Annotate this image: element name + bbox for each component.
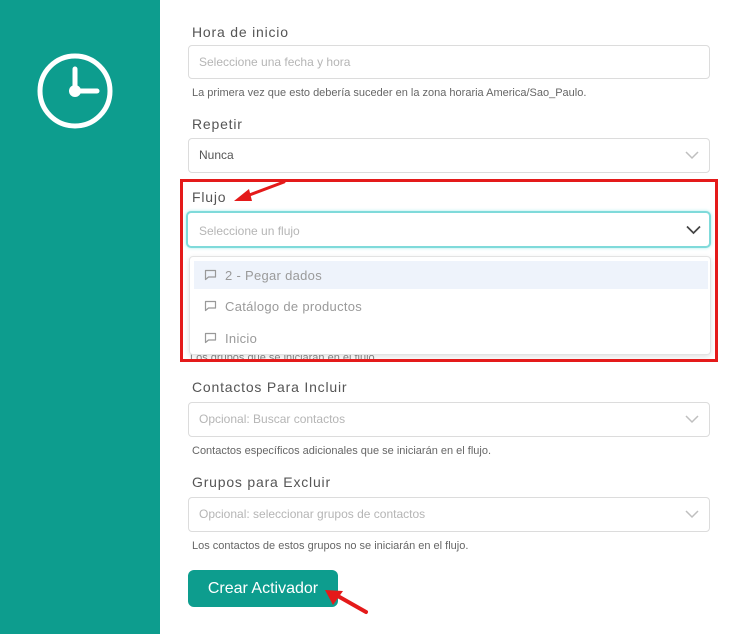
- repeat-value: Nunca: [199, 148, 234, 162]
- groups-exclude-input[interactable]: Opcional: seleccionar grupos de contacto…: [188, 497, 710, 532]
- groups-exclude-label: Grupos para Excluir: [192, 474, 331, 490]
- start-time-label: Hora de inicio: [192, 24, 289, 40]
- contacts-include-input[interactable]: Opcional: Buscar contactos: [188, 402, 710, 437]
- sidebar: [0, 0, 160, 634]
- start-time-input[interactable]: Seleccione una fecha y hora: [188, 45, 710, 79]
- contacts-include-label: Contactos Para Incluir: [192, 379, 348, 395]
- chevron-down-icon: [685, 510, 699, 519]
- chevron-down-icon: [685, 415, 699, 424]
- clock-icon: [37, 53, 113, 129]
- annotation-highlight-box: [180, 179, 718, 362]
- chevron-down-icon: [685, 151, 699, 160]
- create-trigger-button[interactable]: Crear Activador: [188, 570, 338, 607]
- start-time-help: La primera vez que esto debería suceder …: [192, 87, 587, 99]
- annotation-arrow-icon: [234, 180, 286, 201]
- repeat-label: Repetir: [192, 116, 243, 132]
- groups-exclude-placeholder: Opcional: seleccionar grupos de contacto…: [199, 507, 426, 521]
- annotation-arrow-icon: [325, 590, 368, 614]
- repeat-select[interactable]: Nunca: [188, 138, 710, 173]
- groups-exclude-help: Los contactos de estos grupos no se inic…: [192, 540, 469, 552]
- contacts-include-placeholder: Opcional: Buscar contactos: [199, 412, 346, 426]
- start-time-placeholder: Seleccione una fecha y hora: [199, 55, 351, 69]
- contacts-include-help: Contactos específicos adicionales que se…: [192, 445, 492, 457]
